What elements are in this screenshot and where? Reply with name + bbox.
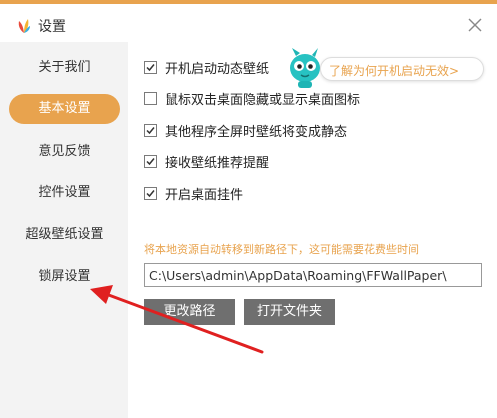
open-folder-button[interactable]: 打开文件夹	[244, 299, 335, 325]
sidebar-item-widget[interactable]: 控件设置	[9, 178, 120, 208]
option-desktop-widget[interactable]: 开启桌面挂件	[144, 184, 244, 203]
option-fullscreen-static[interactable]: 其他程序全屏时壁纸将变成静态	[144, 121, 348, 140]
option-label: 鼠标双击桌面隐藏或显示桌面图标	[165, 92, 361, 108]
option-recommend-reminder[interactable]: 接收壁纸推荐提醒	[144, 152, 270, 171]
close-icon[interactable]	[466, 16, 484, 34]
settings-panel: 开机启动动态壁纸 鼠标双击桌面隐藏或显示桌面图标 其他程序全屏时壁纸将变成静态 …	[128, 42, 497, 418]
dblclick-hide-icons-checkbox[interactable]	[144, 91, 157, 105]
sidebar-item-lockscreen[interactable]: 锁屏设置	[9, 262, 120, 292]
title-bar: 设置	[0, 4, 497, 42]
sidebar-item-feedback[interactable]: 意见反馈	[9, 137, 120, 167]
window-title: 设置	[38, 19, 66, 35]
checkmark-icon	[146, 126, 155, 134]
sidebar-item-basic[interactable]: 基本设置	[9, 94, 120, 124]
option-dblclick-hide-icons[interactable]: 鼠标双击桌面隐藏或显示桌面图标	[144, 89, 361, 108]
recommend-reminder-checkbox[interactable]	[144, 154, 157, 168]
autostart-help-tip[interactable]: 了解为何开机启动无效>	[286, 46, 484, 90]
autostart-help-link[interactable]: 了解为何开机启动无效>	[329, 62, 459, 79]
checkmark-icon	[146, 63, 155, 71]
sidebar-item-super-wallpaper[interactable]: 超级壁纸设置	[9, 220, 120, 250]
sidebar-item-about[interactable]: 关于我们	[9, 53, 120, 83]
option-label: 开启桌面挂件	[165, 187, 244, 203]
storage-path-input[interactable]	[144, 263, 482, 287]
path-change-notice: 将本地资源自动转移到新路径下，这可能需要花费些时间	[144, 243, 419, 256]
option-label: 接收壁纸推荐提醒	[165, 155, 270, 171]
option-label: 其他程序全屏时壁纸将变成静态	[165, 124, 348, 140]
checkmark-icon	[146, 189, 155, 197]
checkmark-icon	[146, 157, 155, 165]
tip-bubble[interactable]: 了解为何开机启动无效>	[320, 57, 484, 81]
settings-sidebar: 关于我们 基本设置 意见反馈 控件设置 超级壁纸设置 锁屏设置	[0, 42, 128, 418]
fullscreen-static-checkbox[interactable]	[144, 123, 157, 137]
option-label: 开机启动动态壁纸	[165, 61, 270, 77]
autostart-checkbox[interactable]	[144, 60, 157, 74]
app-logo-icon	[18, 19, 30, 33]
desktop-widget-checkbox[interactable]	[144, 186, 157, 200]
mascot-icon	[290, 48, 320, 88]
option-autostart[interactable]: 开机启动动态壁纸	[144, 58, 270, 77]
change-path-button[interactable]: 更改路径	[144, 299, 235, 325]
